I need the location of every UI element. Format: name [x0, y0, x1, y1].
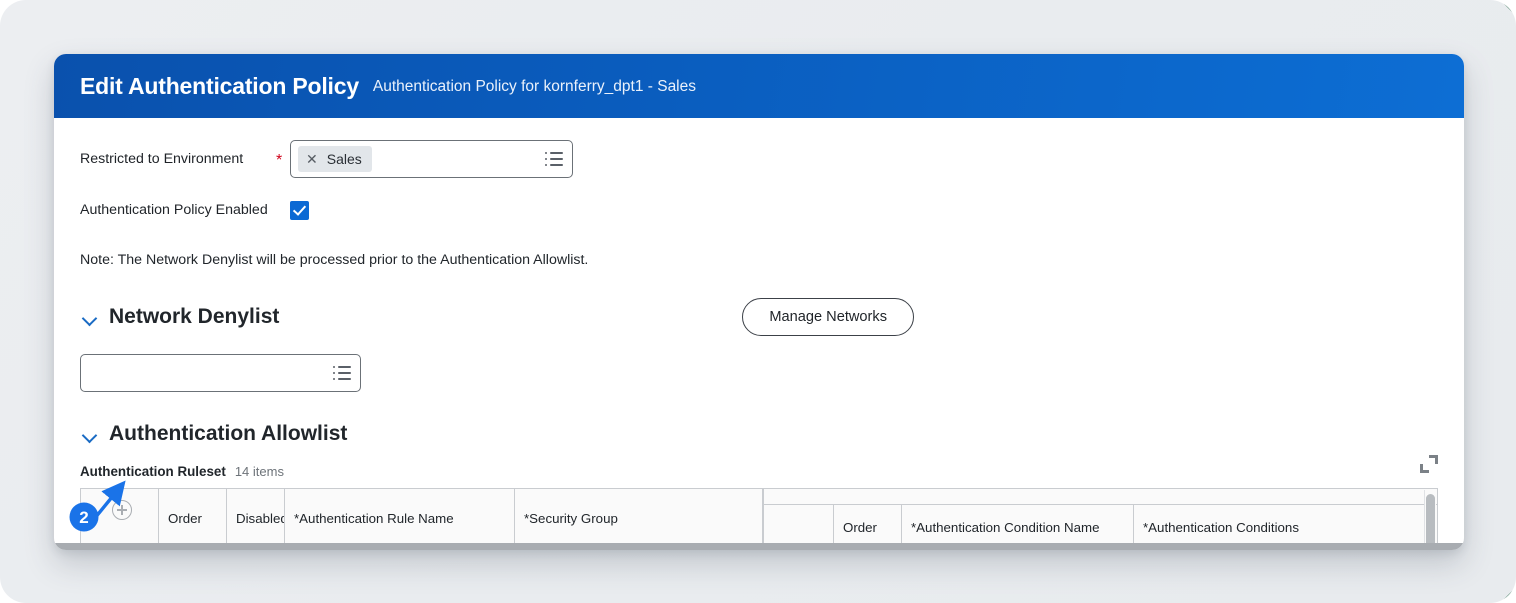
- grid-caption-title: Authentication Ruleset: [80, 464, 226, 479]
- required-marker: *: [276, 150, 290, 169]
- grid-col-authentication-rule-name[interactable]: *Authentication Rule Name: [285, 489, 515, 550]
- restricted-to-environment-row: Restricted to Environment * ✕ Sales: [80, 140, 1438, 178]
- corner-artifact-top-right: [1500, 0, 1516, 16]
- page-subtitle: Authentication Policy for kornferry_dpt1…: [373, 76, 696, 96]
- add-row-plus-icon[interactable]: [112, 500, 132, 520]
- manage-networks-button[interactable]: Manage Networks: [742, 298, 914, 336]
- page-title: Edit Authentication Policy: [80, 73, 359, 100]
- network-denylist-input[interactable]: [80, 354, 361, 392]
- grid-header-row: Order Disabled *Authentication Rule Name…: [81, 489, 1437, 550]
- expand-grid-icon[interactable]: [1420, 455, 1438, 473]
- card-header: Edit Authentication Policy Authenticatio…: [54, 54, 1464, 118]
- grid-vertical-scrollbar[interactable]: [1424, 490, 1436, 550]
- restricted-to-environment-input[interactable]: ✕ Sales: [290, 140, 573, 178]
- grid-col-security-group[interactable]: *Security Group: [515, 489, 763, 550]
- processing-order-note: Note: The Network Denylist will be proce…: [80, 252, 1438, 268]
- grid-item-count: 14 items: [235, 464, 284, 479]
- authentication-policy-enabled-label: Authentication Policy Enabled: [80, 202, 276, 218]
- authentication-policy-enabled-row: Authentication Policy Enabled: [80, 195, 1438, 225]
- card-body: Restricted to Environment * ✕ Sales Auth…: [54, 118, 1464, 550]
- list-prompt-icon[interactable]: [545, 152, 563, 166]
- grid-horizontal-scrollbar[interactable]: [54, 543, 1464, 550]
- grid-col-disabled[interactable]: Disabled: [227, 489, 285, 550]
- subgrid-top-strip: [764, 489, 1437, 505]
- authentication-allowlist-title: Authentication Allowlist: [109, 422, 347, 446]
- close-icon[interactable]: ✕: [306, 152, 318, 166]
- grid-scrollbar-thumb[interactable]: [1426, 494, 1435, 550]
- selected-value-pill[interactable]: ✕ Sales: [298, 146, 372, 172]
- authentication-ruleset-grid-block: Authentication Ruleset 14 items Order Di…: [80, 464, 1438, 550]
- chevron-down-icon[interactable]: [82, 310, 97, 325]
- corner-artifact-bottom-right: [1500, 587, 1516, 603]
- authentication-policy-enabled-checkbox[interactable]: [290, 201, 309, 220]
- chevron-down-icon[interactable]: [82, 427, 97, 442]
- edit-authentication-policy-card: Edit Authentication Policy Authenticatio…: [54, 54, 1464, 550]
- selected-value-label: Sales: [327, 151, 362, 167]
- grid-col-order[interactable]: Order: [159, 489, 227, 550]
- network-denylist-section-header: Network Denylist: [80, 305, 279, 329]
- authentication-condition-subgrid: Order *Authentication Condition Name *Au…: [763, 489, 1437, 550]
- network-denylist-input-wrapper: [80, 354, 1438, 392]
- grid-caption: Authentication Ruleset 14 items: [80, 464, 1438, 479]
- authentication-ruleset-grid: Order Disabled *Authentication Rule Name…: [80, 488, 1438, 550]
- enabled-required-spacer: [276, 209, 290, 212]
- grid-col-add-row: [81, 489, 159, 550]
- network-denylist-title: Network Denylist: [109, 305, 279, 329]
- authentication-allowlist-section-header: Authentication Allowlist: [80, 422, 1438, 446]
- network-denylist-header-row: Network Denylist Manage Networks: [80, 298, 1438, 336]
- list-prompt-icon[interactable]: [333, 366, 351, 380]
- restricted-to-environment-label: Restricted to Environment: [80, 151, 276, 167]
